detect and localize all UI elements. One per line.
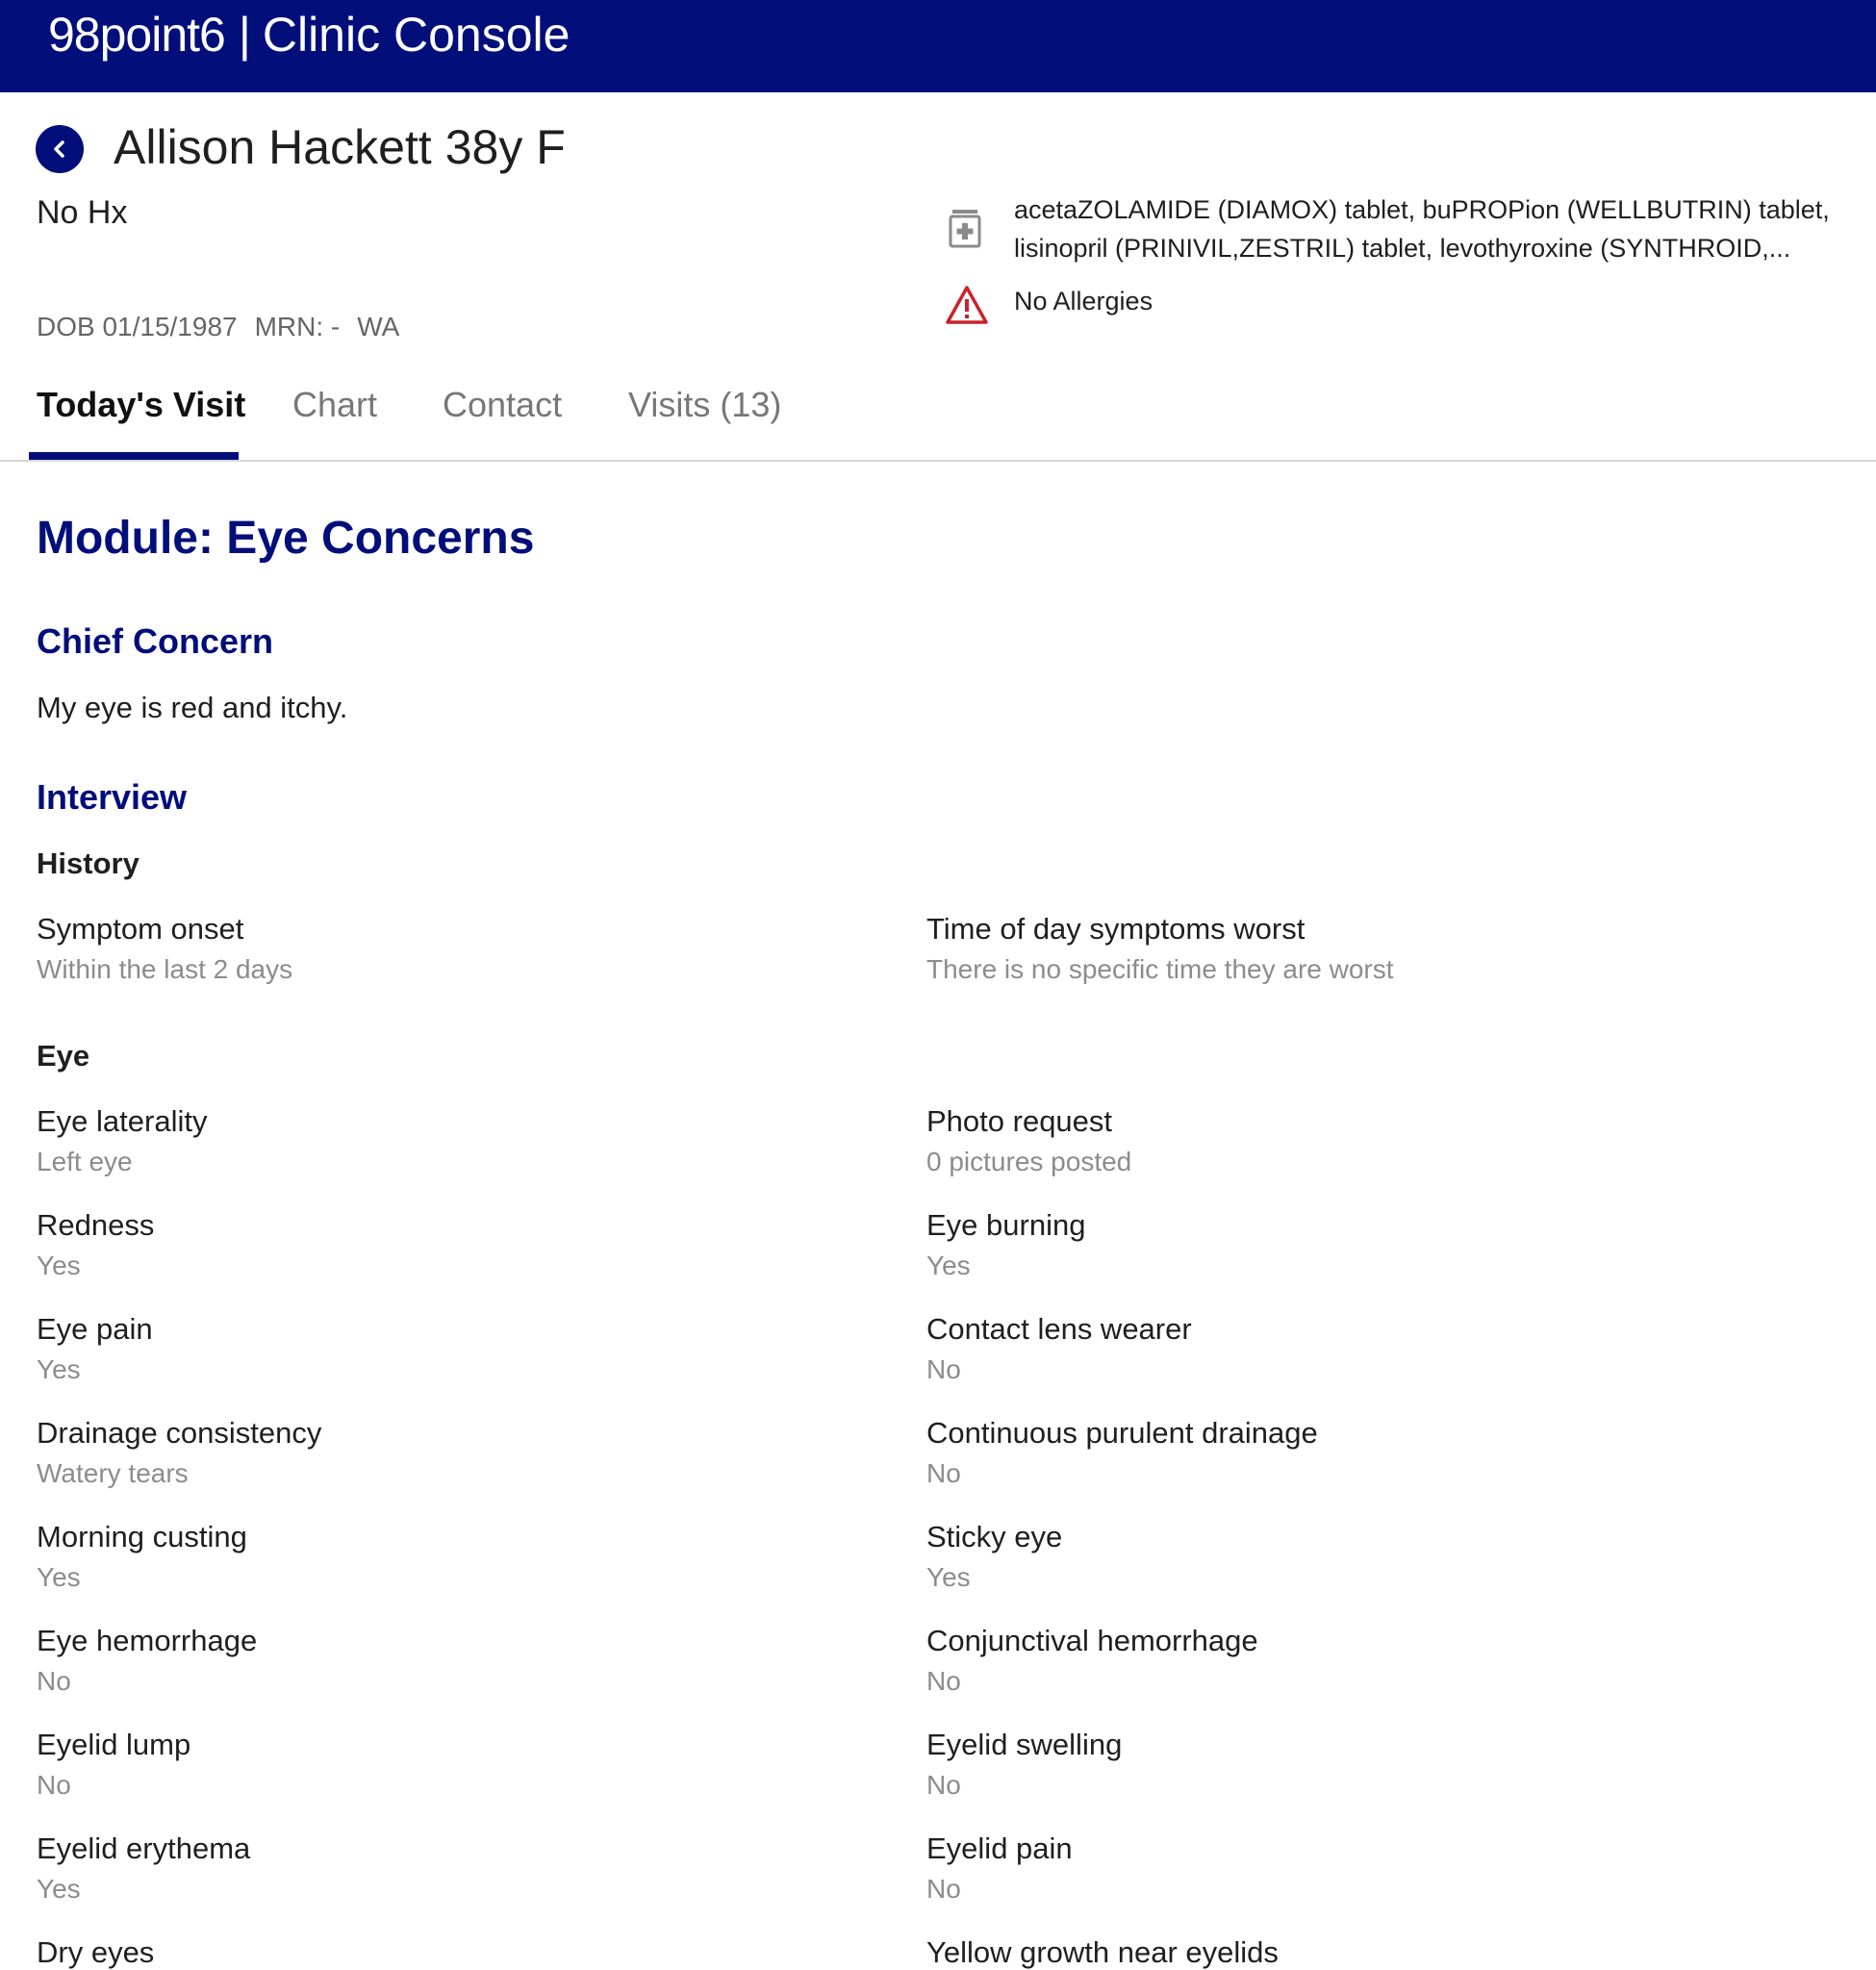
tab-todays-visit[interactable]: Today's Visit xyxy=(37,385,245,425)
patient-age-sex: 38y F xyxy=(444,120,566,174)
app-logo: 98point6 xyxy=(48,8,226,62)
answer: No xyxy=(37,1770,71,1800)
eye-heading: Eye xyxy=(37,1039,90,1073)
question: Contact lens wearer xyxy=(926,1312,1192,1346)
question: Eye burning xyxy=(926,1208,1086,1242)
qa-item: Photo request 0 pictures posted xyxy=(926,1102,1754,1181)
answer: Within the last 2 days xyxy=(37,954,293,984)
chevron-left-icon xyxy=(54,140,64,158)
qa-item: Symptom onset Within the last 2 days xyxy=(37,910,864,989)
allergies-status: No Allergies xyxy=(1014,287,1153,316)
answer: Yes xyxy=(37,1874,81,1904)
patient-state: WA xyxy=(357,312,400,341)
qa-item: Yellow growth near eyelids xyxy=(926,1933,1754,1970)
question: Eye hemorrhage xyxy=(37,1624,258,1657)
visit-tabs: Today's Visit Chart Contact Visits (13) xyxy=(0,366,1876,462)
question: Symptom onset xyxy=(37,912,244,946)
answer: No xyxy=(926,1770,961,1800)
answer: No xyxy=(926,1874,961,1904)
module-title: Module: Eye Concerns xyxy=(37,513,535,564)
qa-item: Contact lens wearer No xyxy=(926,1310,1754,1389)
app-title: Clinic Console xyxy=(262,8,570,62)
patient-name: Allison Hackett xyxy=(114,120,432,174)
tab-contact[interactable]: Contact xyxy=(443,385,562,425)
answer: There is no specific time they are worst xyxy=(926,954,1394,984)
question: Drainage consistency xyxy=(37,1416,322,1450)
patient-history-summary: No Hx xyxy=(37,194,128,231)
qa-item: Dry eyes xyxy=(37,1933,864,1970)
answer: Yes xyxy=(926,1250,971,1280)
qa-item: Eyelid pain No xyxy=(926,1830,1754,1908)
tab-chart[interactable]: Chart xyxy=(292,385,377,425)
qa-item: Continuous purulent drainage No xyxy=(926,1414,1754,1493)
patient-mrn: MRN: - xyxy=(254,312,341,341)
answer: Yes xyxy=(37,1250,81,1280)
patient-dob: DOB 01/15/1987 xyxy=(37,312,238,341)
qa-item: Redness Yes xyxy=(37,1206,864,1285)
answer: Watery tears xyxy=(37,1458,189,1488)
chief-concern-heading: Chief Concern xyxy=(37,621,274,661)
title-separator: | xyxy=(238,8,251,62)
app-header: 98point6 | Clinic Console xyxy=(0,0,1876,92)
question: Conjunctival hemorrhage xyxy=(926,1624,1258,1657)
qa-item: Eye burning Yes xyxy=(926,1206,1754,1285)
qa-item: Eye pain Yes xyxy=(37,1310,864,1389)
medications-list: acetaZOLAMIDE (DIAMOX) tablet, buPROPion… xyxy=(1014,190,1861,267)
question: Photo request xyxy=(926,1104,1113,1138)
qa-item: Morning custing Yes xyxy=(37,1518,864,1597)
question: Dry eyes xyxy=(37,1935,155,1969)
question: Sticky eye xyxy=(926,1520,1063,1553)
answer: No xyxy=(926,1458,961,1488)
patient-name-row: Allison Hackett 38y F xyxy=(114,119,566,175)
answer: 0 pictures posted xyxy=(926,1147,1132,1176)
answer: Yes xyxy=(37,1354,81,1384)
pill-bottle-icon xyxy=(949,210,981,248)
warning-triangle-icon xyxy=(946,286,988,324)
qa-item: Eyelid erythema Yes xyxy=(37,1830,864,1908)
qa-item: Sticky eye Yes xyxy=(926,1518,1754,1597)
answer: No xyxy=(37,1666,71,1696)
qa-item: Eye laterality Left eye xyxy=(37,1102,864,1181)
qa-item: Eyelid swelling No xyxy=(926,1726,1754,1805)
interview-heading: Interview xyxy=(37,777,188,817)
question: Morning custing xyxy=(37,1520,247,1553)
qa-item: Eye hemorrhage No xyxy=(37,1622,864,1701)
brand: 98point6 | Clinic Console xyxy=(48,2,570,67)
question: Yellow growth near eyelids xyxy=(926,1935,1279,1969)
medications-line: acetaZOLAMIDE (DIAMOX) tablet, buPROPion… xyxy=(1014,195,1830,224)
question: Eye pain xyxy=(37,1312,153,1346)
question: Continuous purulent drainage xyxy=(926,1416,1318,1450)
question: Eye laterality xyxy=(37,1104,208,1138)
active-tab-indicator xyxy=(29,452,239,460)
answer: No xyxy=(926,1666,961,1696)
qa-item: Eyelid lump No xyxy=(37,1726,864,1805)
question: Redness xyxy=(37,1208,155,1242)
qa-item: Conjunctival hemorrhage No xyxy=(926,1622,1754,1701)
answer: Yes xyxy=(926,1562,971,1592)
question: Eyelid erythema xyxy=(37,1831,251,1865)
medications-line: lisinopril (PRINIVIL,ZESTRIL) tablet, le… xyxy=(1014,234,1791,263)
qa-item: Time of day symptoms worst There is no s… xyxy=(926,910,1754,989)
question: Time of day symptoms worst xyxy=(926,912,1306,946)
answer: Yes xyxy=(37,1562,81,1592)
qa-item: Drainage consistency Watery tears xyxy=(37,1414,864,1493)
answer: No xyxy=(926,1354,961,1384)
chief-concern-text: My eye is red and itchy. xyxy=(37,691,348,724)
history-heading: History xyxy=(37,846,139,880)
question: Eyelid lump xyxy=(37,1728,191,1761)
tab-visits[interactable]: Visits (13) xyxy=(628,385,781,425)
question: Eyelid pain xyxy=(926,1831,1073,1865)
back-button[interactable] xyxy=(36,125,84,173)
patient-demographics: DOB 01/15/1987 MRN: - WA xyxy=(37,312,417,342)
answer: Left eye xyxy=(37,1147,133,1176)
question: Eyelid swelling xyxy=(926,1728,1123,1761)
